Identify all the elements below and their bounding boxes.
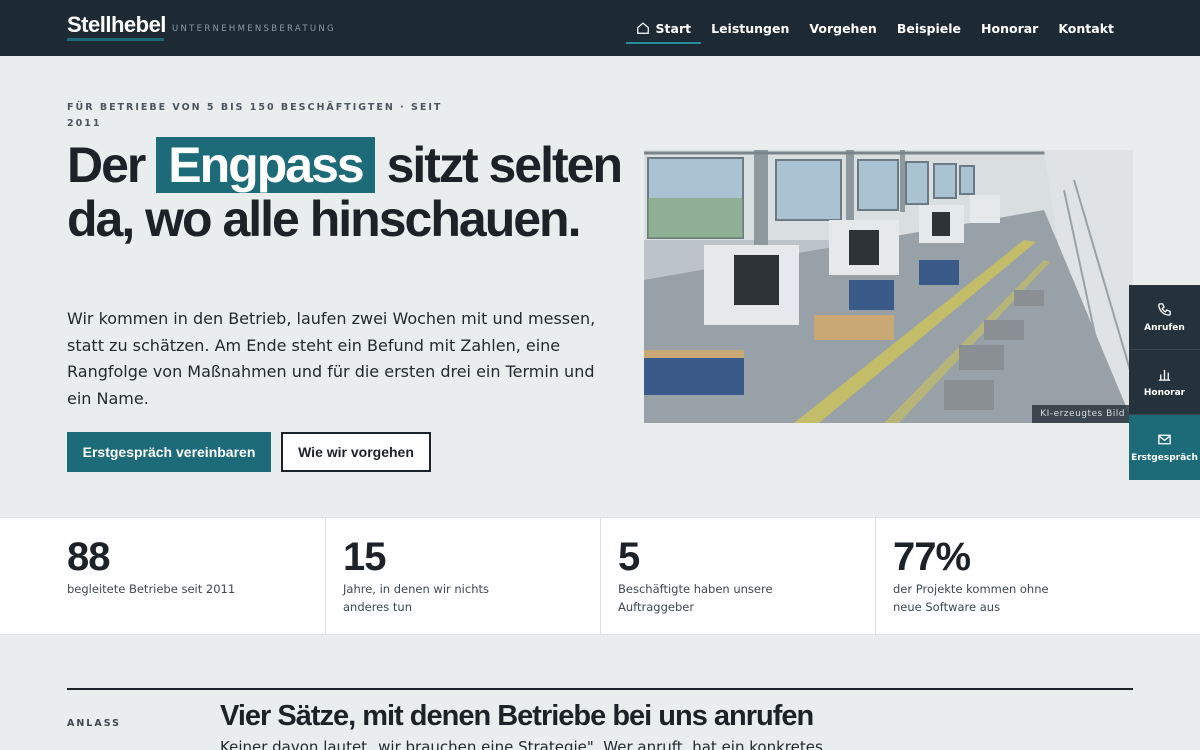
nav-item-beispiele[interactable]: Beispiele — [887, 0, 971, 56]
stat-item: 77% der Projekte kommen ohne neue Softwa… — [875, 518, 1200, 634]
fee-button[interactable]: Honorar — [1129, 350, 1200, 415]
stat-label: Beschäftigte haben unsere Auftraggeber — [618, 582, 773, 614]
stat-item: 5 Beschäftigte haben unsere Auftraggeber — [600, 518, 875, 634]
nav-item-label: Leistungen — [711, 20, 790, 36]
stat-value: 77% — [893, 535, 971, 579]
stat-value: 88 — [67, 535, 110, 579]
nav-item-honorar[interactable]: Honorar — [971, 0, 1048, 56]
book-consultation-button[interactable]: Erstgespräch vereinbaren — [67, 432, 271, 472]
nav-item-label: Honorar — [981, 20, 1039, 36]
side-contact-rail: Anrufen Honorar Erstgespräch — [1129, 285, 1200, 480]
mail-icon — [1158, 434, 1171, 445]
nav-item-kontakt[interactable]: Kontakt — [1048, 0, 1124, 56]
stats-strip: 88 begleitete Betriebe seit 2011 15 Jahr… — [0, 517, 1200, 635]
hero-lede: Wir kommen in den Betrieb, laufen zwei W… — [67, 309, 596, 408]
rail-item-label: Anrufen — [1144, 322, 1185, 333]
top-navigation-bar: Stellhebel UNTERNEHMENSBERATUNG Start Le… — [0, 0, 1200, 56]
nav-item-label: Beispiele — [896, 20, 962, 36]
nav-item-label: Start — [655, 20, 692, 36]
rail-item-label: Erstgespräch — [1131, 453, 1198, 463]
section-label: ANLASS — [67, 718, 121, 729]
image-credit: KI-erzeugtes Bild — [1032, 405, 1133, 423]
logo-underline — [67, 38, 164, 41]
hero-image-factory: KI-erzeugtes Bild — [644, 150, 1133, 423]
hero-eyebrow: FÜR BETRIEBE VON 5 BIS 150 BESCHÄFTIGTEN… — [67, 102, 443, 129]
headline-part-1: Der — [67, 137, 146, 193]
stat-value: 5 — [618, 535, 640, 579]
section-intro: Keiner davon lautet „wir brauchen eine S… — [220, 738, 823, 750]
phone-icon — [1158, 302, 1171, 316]
stat-item: 15 Jahre, in denen wir nichts anderes tu… — [325, 518, 600, 634]
how-we-work-button[interactable]: Wie wir vorgehen — [281, 432, 431, 472]
section-divider — [67, 688, 1133, 690]
stat-label: Jahre, in denen wir nichts anderes tun — [343, 582, 489, 614]
factory-illustration — [644, 150, 1133, 423]
rail-item-label: Honorar — [1143, 387, 1186, 398]
logo-tagline: UNTERNEHMENSBERATUNG — [172, 24, 336, 34]
logo[interactable]: Stellhebel — [67, 12, 166, 38]
stat-label: der Projekte kommen ohne neue Software a… — [893, 582, 1049, 614]
consultation-button[interactable]: Erstgespräch — [1129, 415, 1200, 480]
hero-headline: Der Engpass sitzt selten da, wo alle hin… — [67, 137, 627, 246]
nav-item-vorgehen[interactable]: Vorgehen — [799, 0, 886, 56]
section-title: Vier Sätze, mit denen Betriebe bei uns a… — [220, 700, 814, 732]
headline-highlight: Engpass — [156, 137, 375, 193]
bar-chart-icon — [1158, 369, 1171, 381]
nav-item-label: Kontakt — [1058, 20, 1114, 36]
nav-item-leistungen[interactable]: Leistungen — [701, 0, 799, 56]
home-icon — [636, 22, 649, 34]
main-nav: Start Leistungen Vorgehen Beispiele Hono… — [625, 0, 1124, 56]
call-button[interactable]: Anrufen — [1129, 285, 1200, 350]
nav-item-label: Vorgehen — [809, 20, 877, 36]
stat-value: 15 — [343, 535, 386, 579]
stat-label: begleitete Betriebe seit 2011 — [67, 582, 236, 596]
nav-item-start[interactable]: Start — [625, 0, 702, 56]
stat-item: 88 begleitete Betriebe seit 2011 — [0, 518, 325, 634]
